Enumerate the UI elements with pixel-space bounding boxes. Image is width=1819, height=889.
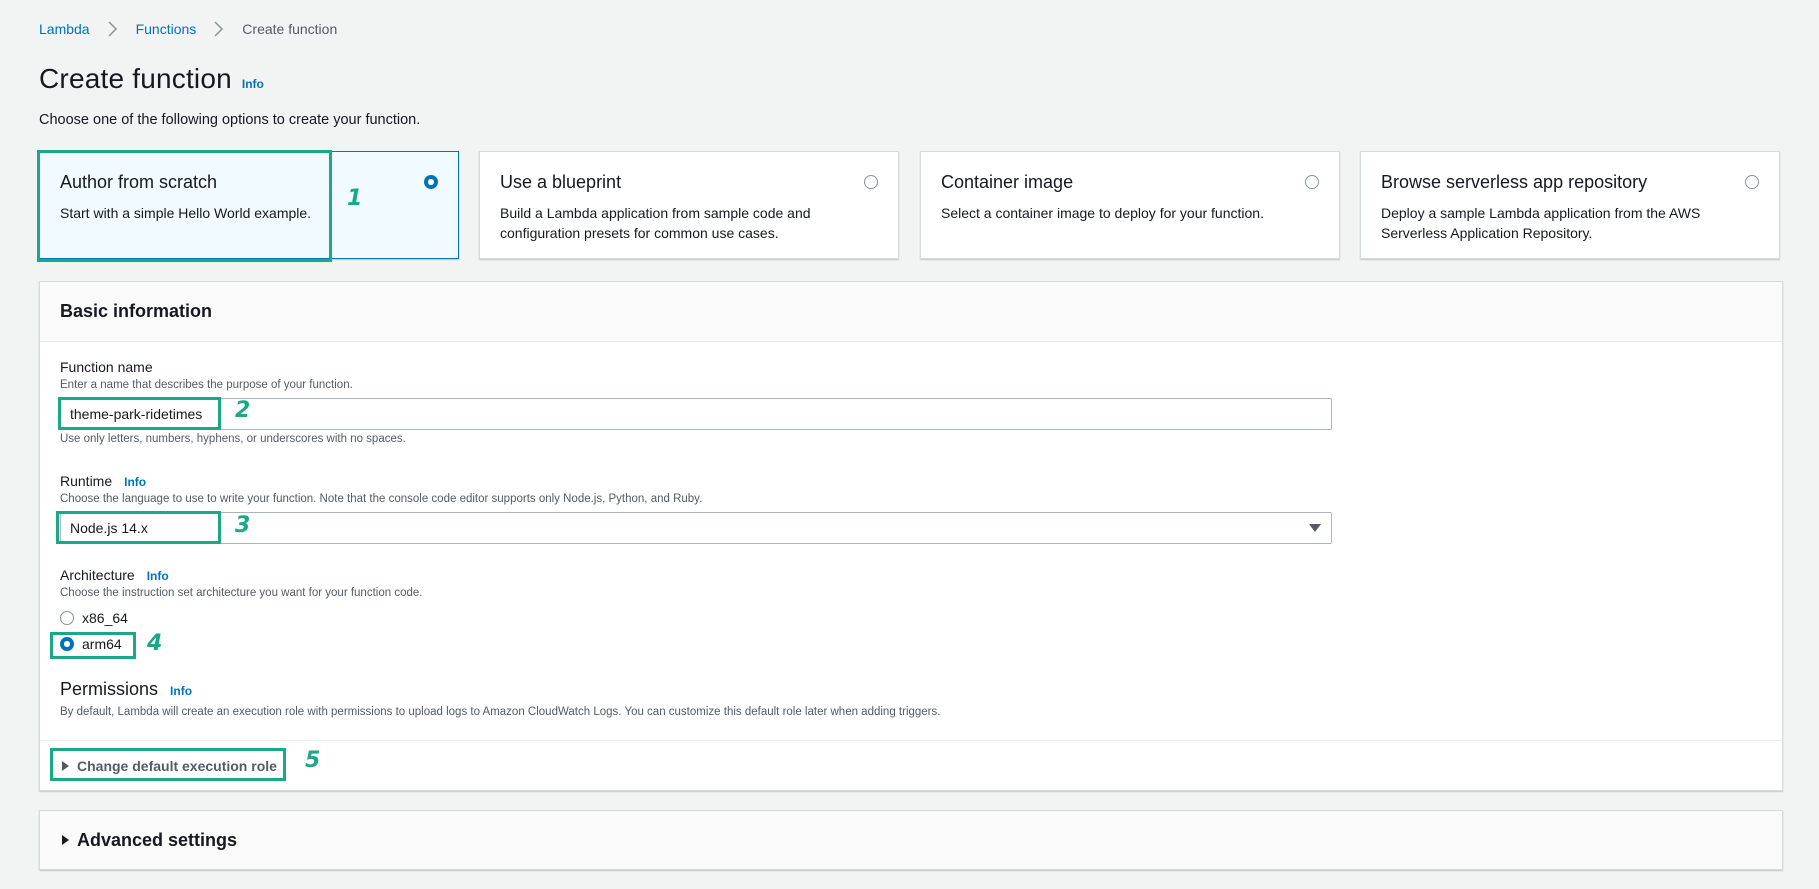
- permissions-section: Permissions Info By default, Lambda will…: [60, 679, 940, 718]
- option-radio[interactable]: [1305, 175, 1319, 189]
- caret-right-icon: [62, 760, 69, 771]
- panel-header: Basic information: [40, 282, 1782, 342]
- option-radio[interactable]: [864, 175, 878, 189]
- annotation-number-3: 3: [235, 513, 251, 538]
- change-default-execution-role-toggle[interactable]: Change default execution role: [62, 758, 277, 774]
- option-description: Deploy a sample Lambda application from …: [1381, 205, 1701, 241]
- architecture-hint: Choose the instruction set architecture …: [60, 587, 423, 599]
- option-title: Author from scratch: [60, 172, 218, 192]
- page-title: Create function: [39, 63, 232, 94]
- caret-right-icon: [62, 835, 69, 845]
- radio-checked[interactable]: [60, 637, 74, 651]
- runtime-hint: Choose the language to use to write your…: [60, 493, 703, 505]
- function-name-constraint: Use only letters, numbers, hyphens, or u…: [60, 433, 406, 445]
- runtime-label: Runtime: [60, 473, 113, 489]
- annotation-number-1: 1: [347, 186, 363, 211]
- option-radio[interactable]: [1745, 175, 1759, 189]
- annotation-number-4: 4: [147, 631, 163, 656]
- option-use-blueprint[interactable]: Use a blueprint Build a Lambda applicati…: [479, 151, 899, 259]
- runtime-select[interactable]: Node.js 14.x: [60, 512, 1332, 544]
- option-description: Start with a simple Hello World example.: [60, 205, 312, 221]
- breadcrumb-current: Create function: [242, 21, 338, 37]
- permissions-title-row: Permissions Info: [60, 679, 940, 700]
- architecture-label-row: Architecture Info: [60, 567, 422, 583]
- breadcrumb: Lambda Functions Create function: [39, 19, 337, 39]
- runtime-selected-value: Node.js 14.x: [70, 520, 148, 536]
- permissions-info-link[interactable]: Info: [170, 684, 192, 698]
- change-role-row: Change default execution role: [40, 740, 1782, 790]
- function-name-label: Function name: [60, 359, 153, 375]
- annotation-number-2: 2: [235, 398, 251, 423]
- creation-options: Author from scratch Start with a simple …: [39, 151, 1783, 261]
- function-name-input[interactable]: theme-park-ridetimes: [60, 398, 1332, 430]
- architecture-option-label: x86_64: [82, 610, 128, 626]
- panel-title: Basic information: [60, 301, 213, 321]
- architecture-option-x86-64[interactable]: x86_64: [60, 610, 128, 626]
- option-title: Use a blueprint: [500, 172, 622, 192]
- title-row: Create function Info: [39, 63, 264, 95]
- title-info-link[interactable]: Info: [242, 77, 264, 91]
- option-title: Browse serverless app repository: [1381, 172, 1648, 192]
- breadcrumb-functions[interactable]: Functions: [136, 21, 197, 37]
- architecture-option-label: arm64: [82, 636, 122, 652]
- architecture-option-arm64[interactable]: arm64: [60, 636, 122, 652]
- architecture-field: Architecture Info Choose the instruction…: [60, 567, 422, 599]
- function-name-field: Function name Enter a name that describe…: [60, 359, 353, 391]
- function-name-hint: Enter a name that describes the purpose …: [60, 379, 353, 391]
- option-radio[interactable]: [424, 175, 438, 189]
- breadcrumb-lambda[interactable]: Lambda: [39, 21, 90, 37]
- architecture-label: Architecture: [60, 567, 135, 583]
- option-description: Select a container image to deploy for y…: [941, 205, 1264, 221]
- option-browse-serverless-repo[interactable]: Browse serverless app repository Deploy …: [1360, 151, 1780, 259]
- page-description: Choose one of the following options to c…: [39, 112, 421, 128]
- basic-information-panel: Basic information Function name Enter a …: [39, 281, 1783, 791]
- annotation-number-5: 5: [305, 748, 321, 773]
- permissions-description: By default, Lambda will create an execut…: [60, 706, 941, 718]
- runtime-field: Runtime Info Choose the language to use …: [60, 473, 702, 505]
- caret-down-icon: [1309, 524, 1321, 532]
- advanced-settings-panel[interactable]: Advanced settings: [39, 810, 1783, 870]
- option-author-from-scratch[interactable]: Author from scratch Start with a simple …: [39, 151, 459, 259]
- option-title: Container image: [941, 172, 1074, 192]
- runtime-label-row: Runtime Info: [60, 473, 702, 489]
- advanced-settings-title: Advanced settings: [77, 829, 238, 850]
- architecture-info-link[interactable]: Info: [147, 569, 169, 583]
- chevron-right-icon: [102, 19, 124, 39]
- option-description: Build a Lambda application from sample c…: [500, 205, 811, 241]
- change-role-label: Change default execution role: [77, 757, 277, 774]
- permissions-title: Permissions: [60, 679, 159, 699]
- runtime-info-link[interactable]: Info: [124, 475, 146, 489]
- radio-unchecked[interactable]: [60, 611, 74, 625]
- option-container-image[interactable]: Container image Select a container image…: [920, 151, 1340, 259]
- chevron-right-icon: [208, 19, 230, 39]
